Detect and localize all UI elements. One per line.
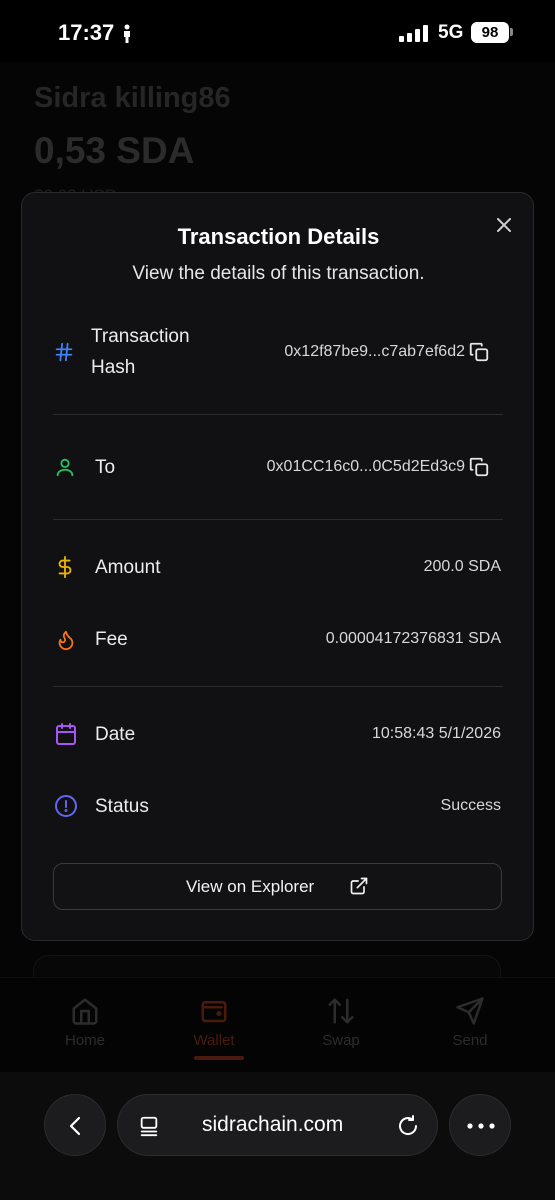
- status-value: Success: [440, 797, 501, 814]
- battery-tip: [510, 28, 513, 36]
- to-address: 0x01CC16c0...0C5d2Ed3c9: [266, 458, 465, 475]
- hash-label: Transaction Hash: [91, 321, 190, 383]
- hash-value: 0x12f87be9...c7ab7ef6d2: [284, 343, 465, 360]
- alert-circle-icon: [55, 795, 77, 817]
- address-bar[interactable]: sidrachain.com: [117, 1094, 438, 1156]
- hash-label-line1: Transaction: [91, 326, 190, 347]
- wallet-icon: [201, 1001, 227, 1023]
- wallet-name: Sidra killing86: [34, 82, 231, 114]
- nav-home[interactable]: Home: [40, 996, 130, 1049]
- nav-wallet-label: Wallet: [193, 1032, 235, 1049]
- view-on-explorer-button[interactable]: View on Explorer: [53, 863, 502, 910]
- nav-send[interactable]: Send: [425, 996, 515, 1049]
- fee-label: Fee: [95, 629, 128, 650]
- fee-value: 0.00004172376831 SDA: [325, 630, 501, 647]
- page-menu-icon: [140, 1116, 158, 1137]
- modal-subtitle: View the details of this transaction.: [132, 263, 425, 284]
- nav-swap-label: Swap: [322, 1032, 360, 1049]
- home-icon: [72, 998, 98, 1025]
- url-text: sidrachain.com: [202, 1113, 344, 1136]
- hash-label-line2: Hash: [91, 357, 136, 378]
- modal-title: Transaction Details: [177, 224, 380, 249]
- battery-icon: 98: [471, 22, 509, 43]
- network-type: 5G: [438, 22, 464, 43]
- copy-hash-icon[interactable]: [468, 341, 490, 363]
- flame-icon: [58, 630, 74, 651]
- status-time: 17:37: [58, 20, 115, 45]
- back-button[interactable]: [44, 1094, 106, 1156]
- more-options-button[interactable]: [449, 1094, 511, 1156]
- wallet-balance: 0,53 SDA: [34, 130, 195, 171]
- dollar-icon: [58, 556, 72, 578]
- nav-home-label: Home: [64, 1032, 105, 1049]
- date-value: 10:58:43 5/1/2026: [371, 725, 501, 742]
- view-on-explorer-label: View on Explorer: [186, 877, 315, 896]
- divider: [53, 414, 503, 415]
- signal-icon: [399, 25, 428, 42]
- hash-icon: [55, 342, 73, 362]
- divider: [53, 519, 503, 520]
- status-bar: 17:37 5G 98: [0, 0, 555, 62]
- send-icon: [456, 997, 484, 1025]
- external-link-icon: [350, 877, 368, 895]
- reload-icon[interactable]: [396, 1114, 420, 1138]
- copy-address-icon[interactable]: [468, 456, 490, 478]
- date-label: Date: [95, 724, 136, 745]
- more-icon: [467, 1123, 495, 1129]
- amount-label: Amount: [95, 557, 161, 578]
- nav-active-indicator: [194, 1056, 244, 1060]
- browser-toolbar: sidrachain.com: [0, 1072, 555, 1200]
- person-icon: [124, 24, 130, 43]
- swap-icon: [328, 998, 354, 1024]
- divider: [53, 686, 503, 687]
- bottom-nav: Home Wallet Swap Send: [0, 977, 555, 1072]
- to-label: To: [95, 457, 116, 478]
- nav-wallet[interactable]: Wallet: [169, 996, 259, 1049]
- status-label: Status: [95, 796, 149, 817]
- amount-value: 200.0 SDA: [423, 558, 501, 575]
- transaction-details-modal: Transaction Details View the details of …: [21, 192, 534, 941]
- calendar-icon: [56, 723, 76, 745]
- nav-send-label: Send: [452, 1032, 488, 1049]
- nav-swap[interactable]: Swap: [296, 996, 386, 1049]
- chevron-left-icon: [69, 1116, 81, 1136]
- user-icon: [56, 458, 74, 477]
